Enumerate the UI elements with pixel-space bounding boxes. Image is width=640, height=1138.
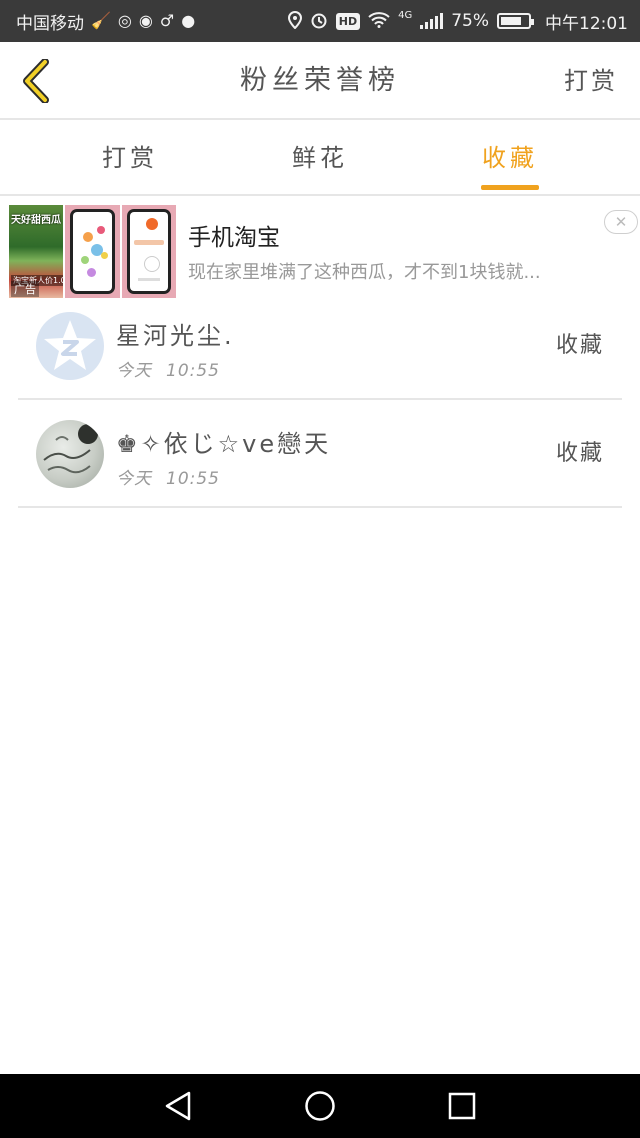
tab-bar: 打赏 鲜花 收藏 (0, 120, 640, 196)
male-icon: ♂ (159, 11, 175, 30)
favorite-label: 收藏 (555, 333, 604, 358)
clock: 中午12:01 (545, 13, 628, 34)
status-bar-right: HD 4G 75% 中午12:01 (287, 0, 628, 42)
list-item[interactable]: 星河光尘. 今天 10:55 收藏 (18, 292, 622, 400)
triangle-back-icon (165, 1091, 191, 1121)
status-bar-left: 中国移动 🧹 ◎ ◉ ♂ ● (16, 0, 195, 42)
network-label: 4G (398, 9, 413, 21)
sync-icon: ◎ (117, 11, 132, 30)
phone-mockup (70, 209, 115, 294)
fan-name: ♚✧依じ☆ve戀天 (116, 430, 332, 458)
ad-thumbnail-phone-2 (121, 205, 176, 298)
avatar[interactable] (36, 312, 104, 380)
fan-time: 今天 10:55 (116, 356, 220, 381)
carrier-label: 中国移动 (16, 13, 84, 34)
tab-flowers[interactable]: 鲜花 (260, 120, 380, 196)
time-label: 今天 (116, 361, 152, 381)
list-item[interactable]: ♚✧依じ☆ve戀天 今天 10:55 收藏 (18, 400, 622, 508)
active-tab-indicator (481, 185, 539, 190)
battery-percent: 75% (451, 11, 489, 31)
tip-button[interactable]: 打赏 (564, 42, 618, 120)
ad-title: 手机淘宝 (188, 225, 280, 251)
qq-star-icon (44, 320, 96, 370)
ad-thumbnail-phone-1 (65, 205, 120, 298)
signal-icon (420, 13, 444, 29)
square-recents-icon (448, 1092, 476, 1120)
photo-avatar-image (43, 424, 98, 474)
ad-thumbnail-watermelon: 天好甜西瓜 淘宝新人价1.08 广告 (9, 205, 64, 298)
chat-icon: ● (181, 11, 196, 30)
tab-tip[interactable]: 打赏 (70, 120, 190, 196)
wifi-icon (368, 11, 390, 31)
time-value: 10:55 (166, 361, 220, 381)
time-label: 今天 (116, 469, 152, 489)
fan-list: 星河光尘. 今天 10:55 收藏 ♚✧依じ☆ve戀天 今天 10:55 收藏 (18, 292, 622, 508)
favorite-label: 收藏 (555, 441, 604, 466)
ad-description: 现在家里堆满了这种西瓜，才不到1块钱就... (188, 262, 541, 283)
alarm-icon (310, 11, 328, 32)
nav-recents-button[interactable] (442, 1086, 482, 1126)
ad-thumb-text: 天好甜西瓜 (11, 215, 61, 226)
tab-favorites-label: 收藏 (482, 144, 538, 172)
page-title: 粉丝荣誉榜 (240, 65, 400, 96)
avatar[interactable] (36, 420, 104, 488)
status-bar: 中国移动 🧹 ◎ ◉ ♂ ● HD 4G 75% 中午12:01 (0, 0, 640, 42)
location-icon (287, 10, 302, 32)
hd-icon: HD (335, 12, 361, 30)
ad-close-button[interactable]: ✕ (604, 210, 638, 234)
broom-icon: 🧹 (91, 11, 111, 30)
system-nav-bar (0, 1074, 640, 1138)
ad-thumbnails: 天好甜西瓜 淘宝新人价1.08 广告 (9, 205, 176, 298)
time-value: 10:55 (166, 469, 220, 489)
nav-home-button[interactable] (300, 1086, 340, 1126)
wechat-icon: ◉ (138, 11, 153, 30)
app-header: 粉丝荣誉榜 打赏 (0, 42, 640, 120)
tab-favorites[interactable]: 收藏 (450, 120, 570, 196)
fan-name: 星河光尘. (116, 322, 235, 350)
phone-mockup (126, 209, 171, 294)
circle-home-icon (305, 1091, 335, 1121)
ad-banner[interactable]: 天好甜西瓜 淘宝新人价1.08 广告 (0, 198, 640, 302)
close-icon: ✕ (614, 213, 628, 231)
nav-back-button[interactable] (158, 1086, 198, 1126)
fan-time: 今天 10:55 (116, 464, 220, 489)
battery-icon (497, 13, 534, 29)
